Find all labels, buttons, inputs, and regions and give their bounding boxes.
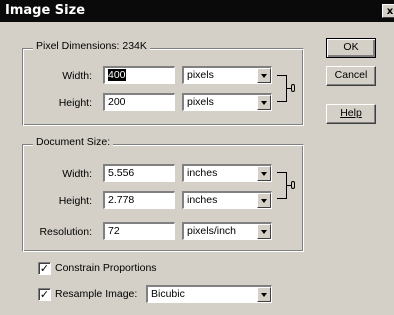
chevron-down-icon[interactable] — [257, 287, 271, 302]
pixel-width-label: Width: — [62, 70, 92, 82]
check-icon: ✓ — [39, 288, 50, 301]
title-bar[interactable]: Image Size x — [0, 0, 394, 22]
document-width-input[interactable]: 5.556 — [103, 164, 175, 182]
document-width-label: Width: — [62, 168, 92, 180]
document-size-label: Document Size: — [33, 136, 114, 148]
resample-image-checkbox[interactable]: ✓ — [38, 288, 51, 301]
chevron-down-icon[interactable] — [257, 95, 271, 110]
image-size-dialog: Image Size x Pixel Dimensions: 234K Widt… — [0, 0, 394, 315]
chevron-down-icon[interactable] — [257, 224, 271, 239]
constrain-proportions-label[interactable]: Constrain Proportions — [55, 262, 157, 274]
pixel-dimensions-label: Pixel Dimensions: 234K — [33, 40, 150, 52]
pixel-width-input[interactable]: 400 — [103, 66, 175, 84]
dialog-title: Image Size — [5, 3, 86, 18]
help-button[interactable]: Help — [326, 104, 376, 124]
resolution-unit-select[interactable]: pixels/inch — [182, 222, 272, 240]
pixel-height-label: Height: — [58, 97, 92, 109]
document-width-unit-select[interactable]: inches — [182, 164, 272, 182]
close-button[interactable]: x — [382, 4, 394, 18]
cancel-button[interactable]: Cancel — [326, 66, 376, 86]
constrain-proportions-checkbox[interactable]: ✓ — [38, 262, 51, 275]
chain-link-icon — [291, 84, 295, 92]
resample-image-label[interactable]: Resample Image: — [55, 288, 137, 300]
pixel-dimensions-group — [22, 48, 304, 126]
pixel-height-unit-select[interactable]: pixels — [182, 93, 272, 111]
pixel-link-bracket — [277, 75, 287, 102]
ok-button[interactable]: OK — [326, 38, 376, 58]
chevron-down-icon[interactable] — [257, 166, 271, 181]
document-link-bracket — [277, 172, 287, 199]
document-height-unit-select[interactable]: inches — [182, 191, 272, 209]
resolution-input[interactable]: 72 — [103, 222, 175, 240]
chain-link-icon — [291, 181, 295, 189]
document-height-label: Height: — [58, 195, 92, 207]
document-height-input[interactable]: 2.778 — [103, 191, 175, 209]
chevron-down-icon[interactable] — [257, 193, 271, 208]
resolution-label: Resolution: — [39, 226, 92, 238]
chevron-down-icon[interactable] — [257, 68, 271, 83]
pixel-width-unit-select[interactable]: pixels — [182, 66, 272, 84]
close-icon: x — [386, 6, 394, 17]
pixel-dimensions-size: 234K — [122, 40, 147, 52]
pixel-height-input[interactable]: 200 — [103, 93, 175, 111]
check-icon: ✓ — [39, 262, 50, 275]
resample-method-select[interactable]: Bicubic — [146, 285, 272, 303]
